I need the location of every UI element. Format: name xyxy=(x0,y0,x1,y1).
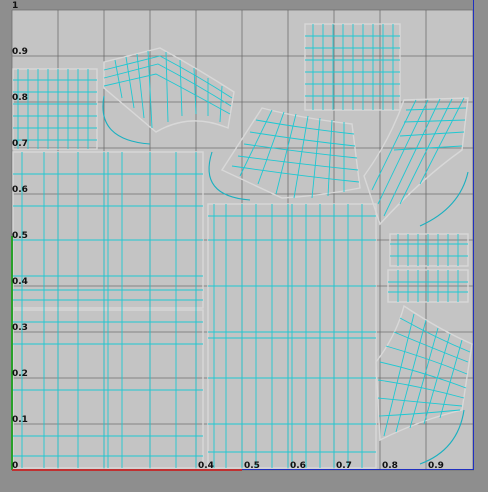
v-label-0-8: 0.8 xyxy=(12,93,28,103)
v-label-0: 0 xyxy=(12,461,19,471)
island-front-panel-left[interactable] xyxy=(12,151,204,469)
island-curved-strip-upper[interactable] xyxy=(103,47,235,133)
uv-editor-viewport[interactable]: 1 0.9 0.8 0.7 0.6 0.5 0.4 0.3 0.2 0.1 0 … xyxy=(0,0,488,492)
island-collar-square[interactable] xyxy=(304,23,401,111)
v-label-0-3: 0.3 xyxy=(12,323,28,333)
island-hem-fan-right[interactable] xyxy=(375,304,473,465)
v-label-1: 1 xyxy=(12,1,19,11)
u-label-0-7: 0.7 xyxy=(336,461,352,471)
u-label-0-5: 0.5 xyxy=(244,461,260,471)
v-label-0-2: 0.2 xyxy=(12,369,28,379)
u-label-0-6: 0.6 xyxy=(290,461,306,471)
island-yoke-panel[interactable] xyxy=(208,107,361,201)
v-label-0-7: 0.7 xyxy=(12,139,28,149)
u-label-0-8: 0.8 xyxy=(382,461,398,471)
island-pocket-strip-upper[interactable] xyxy=(389,233,469,267)
v-label-0-6: 0.6 xyxy=(12,185,28,195)
island-sleeve-block-left[interactable] xyxy=(12,68,98,150)
island-back-panel-center[interactable] xyxy=(207,203,377,469)
v-label-0-1: 0.1 xyxy=(12,415,28,425)
u-label-0-4: 0.4 xyxy=(198,461,214,471)
v-label-0-5: 0.5 xyxy=(12,231,28,241)
v-label-0-4: 0.4 xyxy=(12,277,28,287)
u-label-0-9: 0.9 xyxy=(428,461,444,471)
v-label-0-9: 0.9 xyxy=(12,47,28,57)
island-cuff-arc[interactable] xyxy=(102,95,151,145)
v-axis-indicator xyxy=(11,236,13,470)
uv-border-right xyxy=(473,0,474,470)
uv-canvas[interactable] xyxy=(0,0,488,492)
